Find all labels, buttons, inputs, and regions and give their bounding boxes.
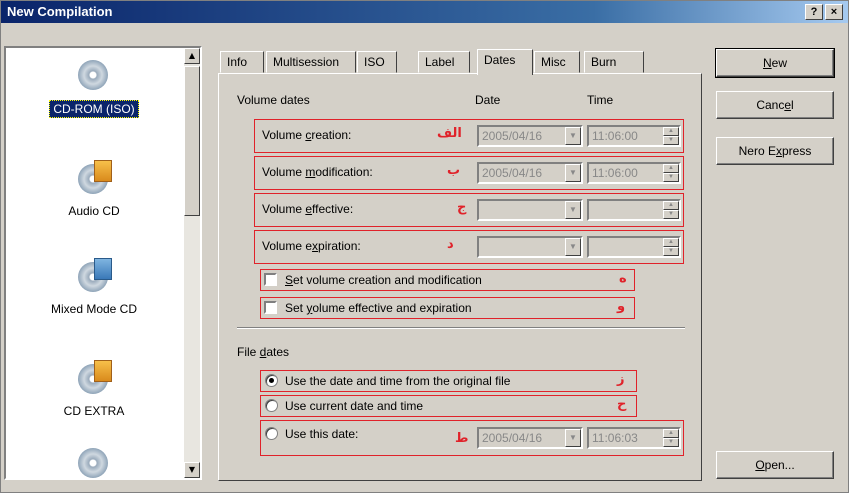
list-item-audio-cd[interactable]: Audio CD [6,160,182,218]
use-this-date-radio[interactable] [265,427,278,440]
use-original-date-label[interactable]: Use the date and time from the original … [285,374,510,388]
annotation-marker: ه [619,271,627,286]
new-compilation-dialog: New Compilation ? × CD-ROM (ISO) Audio C… [0,0,849,493]
window-title: New Compilation [7,4,113,19]
title-bar: New Compilation ? × [1,1,848,23]
spin-up-icon[interactable]: ▲ [663,127,679,136]
cancel-button[interactable]: Cancel [716,91,834,119]
scroll-down-icon[interactable]: ▼ [184,462,200,478]
compilation-type-list[interactable]: CD-ROM (ISO) Audio CD Mixed Mode CD CD E… [4,46,202,480]
use-current-date-label[interactable]: Use current date and time [285,399,423,413]
spin-down-icon[interactable]: ▼ [663,247,679,256]
spin-down-icon[interactable]: ▼ [663,173,679,182]
open-button[interactable]: Open... [716,451,834,479]
annotation-marker: ط [455,431,469,446]
spin-down-icon[interactable]: ▼ [663,438,679,447]
tab-label[interactable]: Label [418,51,470,73]
new-button[interactable]: New [715,48,835,78]
this-time-field[interactable]: 11:06:03 ▲ ▼ [587,427,681,449]
volume-effective-label: Volume effective: [262,202,354,216]
tab-info[interactable]: Info [220,51,264,73]
volume-expiration-label: Volume expiration: [262,239,361,253]
set-creation-modification-label[interactable]: Set volume creation and modification [285,273,482,287]
spin-down-icon[interactable]: ▼ [663,210,679,219]
spin-up-icon[interactable]: ▲ [663,238,679,247]
spin-down-icon[interactable]: ▼ [663,136,679,145]
use-original-date-radio[interactable] [265,374,278,387]
annotation-marker: ب [447,163,461,178]
list-item-label: CD EXTRA [63,404,125,418]
scroll-thumb[interactable] [184,66,200,216]
list-item-label: CD-ROM (ISO) [49,100,139,118]
this-date-field[interactable]: 2005/04/16 ▼ [477,427,583,449]
chevron-down-icon[interactable]: ▼ [565,238,581,256]
sidebar-scrollbar[interactable]: ▲ ▼ [184,48,200,478]
annotation-marker: و [617,299,626,314]
divider [237,327,685,329]
time-column-header: Time [587,93,614,107]
annotation-marker: الف [437,126,462,141]
set-creation-modification-checkbox[interactable] [264,273,277,286]
cd-rom-iso-icon [76,56,112,92]
tab-multisession[interactable]: Multisession [266,51,356,73]
volume-modification-date[interactable]: 2005/04/16 ▼ [477,162,583,184]
use-current-date-radio[interactable] [265,399,278,412]
spin-up-icon[interactable]: ▲ [663,164,679,173]
annotation-marker: د [447,237,454,252]
tab-dates[interactable]: Dates [477,49,533,75]
list-item-mixed-mode-cd[interactable]: Mixed Mode CD [6,258,182,316]
annotation-marker: ج [457,200,467,215]
volume-creation-label: Volume creation: [262,128,352,142]
annotation-marker: ز [617,372,625,387]
use-this-date-label[interactable]: Use this date: [285,427,358,441]
volume-expiration-date[interactable]: ▼ [477,236,583,258]
audio-cd-icon [76,160,112,196]
date-column-header: Date [475,93,501,107]
mixed-mode-cd-icon [76,258,112,294]
annotation-marker: ح [617,397,627,412]
nero-express-button[interactable]: Nero Express [716,137,834,165]
close-button[interactable]: × [825,4,843,20]
tab-burn[interactable]: Burn [584,51,644,73]
volume-effective-date[interactable]: ▼ [477,199,583,221]
volume-creation-time[interactable]: 11:06:00 ▲ ▼ [587,125,681,147]
volume-creation-date[interactable]: 2005/04/16 ▼ [477,125,583,147]
tab-iso[interactable]: ISO [357,51,397,73]
help-button[interactable]: ? [805,4,823,20]
set-effective-expiration-checkbox[interactable] [264,301,277,314]
cd-copy-icon [76,444,112,480]
cd-extra-icon [76,360,112,396]
list-item-more[interactable] [6,444,182,488]
volume-expiration-time[interactable]: ▲ ▼ [587,236,681,258]
volume-dates-heading: Volume dates [237,93,310,107]
volume-modification-time[interactable]: 11:06:00 ▲ ▼ [587,162,681,184]
scroll-up-icon[interactable]: ▲ [184,48,200,64]
list-item-cd-extra[interactable]: CD EXTRA [6,360,182,418]
spin-up-icon[interactable]: ▲ [663,201,679,210]
volume-effective-time[interactable]: ▲ ▼ [587,199,681,221]
chevron-down-icon[interactable]: ▼ [565,429,581,447]
file-dates-heading: File dates [237,345,290,359]
chevron-down-icon[interactable]: ▼ [565,127,581,145]
list-item-label: Audio CD [68,204,120,218]
list-item-label: Mixed Mode CD [50,302,138,316]
volume-modification-label: Volume modification: [262,165,373,179]
spin-up-icon[interactable]: ▲ [663,429,679,438]
chevron-down-icon[interactable]: ▼ [565,201,581,219]
list-item-cd-rom-iso[interactable]: CD-ROM (ISO) [6,56,182,118]
chevron-down-icon[interactable]: ▼ [565,164,581,182]
tab-misc[interactable]: Misc [534,51,580,73]
set-effective-expiration-label[interactable]: Set yolume effective and expiration [285,301,472,315]
